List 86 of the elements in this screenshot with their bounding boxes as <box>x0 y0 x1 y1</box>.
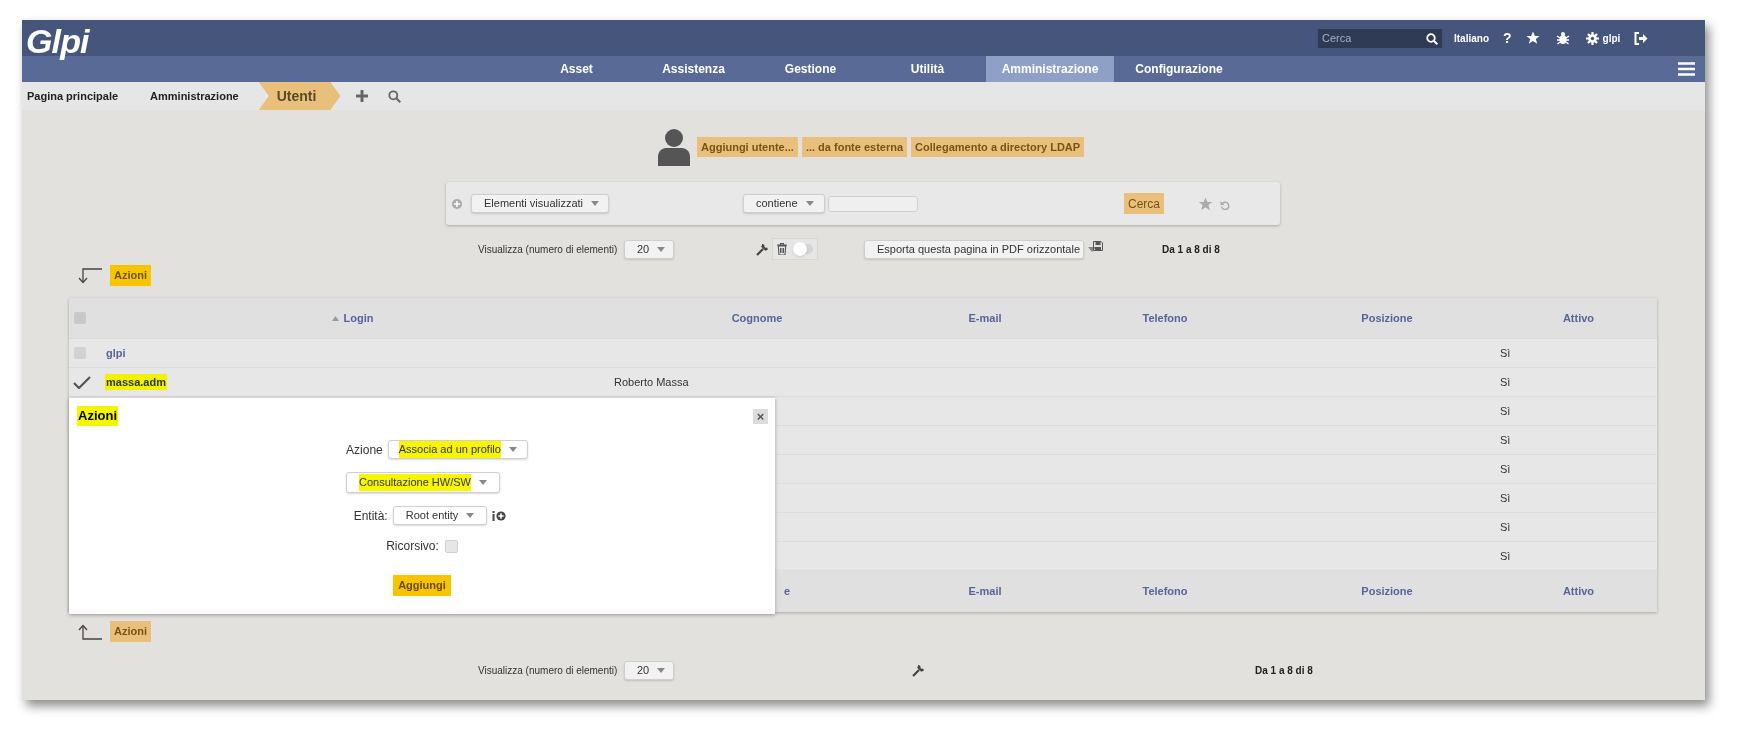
value-field[interactable] <box>828 195 918 212</box>
wrench-icon[interactable] <box>756 242 769 256</box>
table-cell-text: Sì <box>1500 432 1511 448</box>
nav-tab[interactable]: Gestione <box>752 56 869 82</box>
caret-icon <box>657 246 666 252</box>
logout-icon[interactable] <box>1634 31 1649 45</box>
logo[interactable]: Glpi <box>26 24 89 58</box>
search-icon[interactable] <box>1426 32 1438 45</box>
entity-select[interactable]: Root entity <box>392 506 488 525</box>
menu-icon[interactable] <box>1678 62 1695 76</box>
field-label: Azione <box>346 441 383 459</box>
nav-tab[interactable]: Utilità <box>869 56 986 82</box>
language-link[interactable]: Italiano <box>1454 30 1489 46</box>
caret-icon <box>657 667 666 673</box>
close-button[interactable]: × <box>753 408 768 424</box>
add-button[interactable]: ... da fonte esterna <box>801 137 908 157</box>
column-header[interactable]: E-mail <box>968 583 1002 600</box>
star-icon[interactable] <box>1198 196 1213 211</box>
table-cell-text: Sì <box>1500 461 1511 477</box>
caret-icon <box>466 513 475 518</box>
caret-icon <box>591 201 600 206</box>
operator-select[interactable]: contiene <box>743 194 825 213</box>
add-button[interactable]: Collegamento a directory LDAP <box>911 137 1085 157</box>
gear-icon[interactable] <box>1585 31 1599 45</box>
table-cell-text: Sì <box>1500 490 1511 506</box>
corner-up-arrow-icon <box>78 623 102 640</box>
search-field[interactable]: Cerca <box>1318 28 1442 48</box>
field-label: Entità: <box>353 507 388 525</box>
column-header[interactable]: Posizione <box>1361 583 1413 600</box>
actions-button[interactable]: Azioni <box>110 265 151 286</box>
table-cell-text: Sì <box>1500 374 1511 390</box>
search-button[interactable]: Cerca <box>1124 193 1164 214</box>
toggle-switch[interactable] <box>793 244 813 254</box>
info-add-icon[interactable] <box>492 510 507 521</box>
column-header[interactable]: Telefono <box>1142 583 1188 600</box>
column-header[interactable]: Login <box>343 309 374 327</box>
add-button[interactable]: Aggiungi utente... <box>697 137 798 157</box>
field-select[interactable]: Elementi visualizzati <box>471 194 609 213</box>
table-cell-text: Sì <box>1500 345 1511 361</box>
bug-icon[interactable] <box>1555 31 1570 45</box>
star-icon[interactable] <box>1525 31 1540 45</box>
profile-select[interactable]: Consultazione HW/SW <box>346 472 500 493</box>
nav-tab[interactable]: Assistenza <box>635 56 752 82</box>
recursive-checkbox[interactable] <box>444 539 458 553</box>
table-cell-text: Sì <box>1500 403 1511 419</box>
actions-button[interactable]: Azioni <box>110 621 151 642</box>
breadcrumb-item[interactable]: Pagina principale <box>22 82 141 110</box>
result-range: Da 1 a 8 di 8 <box>1162 242 1220 257</box>
user-login-link[interactable]: massa.adm <box>105 373 167 391</box>
caret-icon <box>508 447 517 452</box>
action-select[interactable]: Associa ad un profilo <box>387 440 528 459</box>
select-all-checkbox[interactable] <box>74 312 86 324</box>
corner-down-arrow-icon <box>78 267 102 284</box>
page-size-label: Visualizza (numero di elementi) <box>478 242 619 257</box>
column-header[interactable]: E-mail <box>968 309 1002 327</box>
page-size-label: Visualizza (numero di elementi) <box>478 663 619 678</box>
table-cell-text: Roberto Massa <box>614 374 689 390</box>
checkmark-icon[interactable] <box>73 375 91 389</box>
caret-icon <box>805 201 814 206</box>
page-size-select[interactable]: 20 <box>624 660 674 680</box>
field-label: Ricorsivo: <box>386 538 439 555</box>
table-cell-text: Sì <box>1500 548 1511 564</box>
user-login-link[interactable]: glpi <box>105 344 127 362</box>
page-size-select[interactable]: 20 <box>624 239 674 259</box>
save-icon[interactable] <box>1093 241 1103 251</box>
wrench-icon[interactable] <box>912 663 925 677</box>
breadcrumb-item[interactable]: Amministrazione <box>140 82 259 110</box>
nav-tab[interactable]: Asset <box>518 56 635 82</box>
result-range: Da 1 a 8 di 8 <box>1255 663 1313 678</box>
user-link[interactable]: glpi <box>1602 30 1621 46</box>
nav-tab[interactable]: Configurazione <box>1114 56 1244 82</box>
add-button[interactable]: Aggiungi <box>393 575 451 596</box>
breadcrumb-item[interactable]: Utenti <box>258 82 341 110</box>
dialog-title: Azioni <box>77 406 118 426</box>
column-header[interactable]: e <box>783 583 790 600</box>
caret-icon <box>478 480 487 485</box>
column-header[interactable]: Posizione <box>1361 309 1413 327</box>
column-header[interactable]: Attivo <box>1562 309 1595 327</box>
add-icon[interactable] <box>356 90 369 102</box>
trash-icon[interactable] <box>777 243 787 255</box>
help-icon[interactable]: ? <box>1503 27 1512 49</box>
user-icon <box>657 128 691 166</box>
column-header[interactable]: Cognome <box>731 309 783 327</box>
table-cell-text: Sì <box>1500 519 1511 535</box>
column-header[interactable]: Telefono <box>1142 309 1188 327</box>
column-header[interactable]: Attivo <box>1562 583 1595 600</box>
